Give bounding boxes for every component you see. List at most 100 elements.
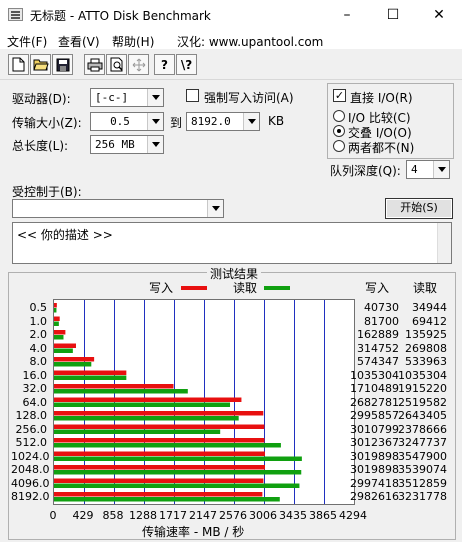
read-bar: [54, 483, 300, 488]
kb-label: KB: [268, 114, 285, 128]
read-bar: [54, 456, 302, 461]
write-bar: [54, 438, 265, 443]
write-column-header: 写入: [365, 281, 390, 295]
transfer-to-select[interactable]: 8192.0: [186, 112, 260, 131]
queue-depth-select[interactable]: 4: [406, 160, 450, 179]
write-bar: [54, 357, 95, 362]
description-box[interactable]: << 你的描述 >>: [12, 222, 452, 264]
write-bar: [54, 424, 265, 429]
write-value: 2997418: [350, 476, 399, 490]
read-value: 3247737: [398, 436, 447, 449]
print-preview-icon: [110, 57, 123, 72]
window-title: 无标题 - ATTO Disk Benchmark: [30, 9, 211, 23]
io-compare-radio[interactable]: [333, 110, 345, 122]
drive-select[interactable]: [-c-]: [90, 88, 164, 107]
controlled-by-select[interactable]: [12, 199, 224, 218]
print-button[interactable]: [84, 54, 105, 75]
force-write-label: 强制写入访问(A): [204, 91, 294, 105]
transfer-from-select[interactable]: 0.5: [90, 112, 164, 131]
read-value: 135925: [405, 328, 447, 341]
write-value: 1035304: [350, 368, 399, 382]
write-bar: [54, 451, 265, 456]
context-help-button[interactable]: \?: [176, 54, 197, 75]
y-tick-label: 1.0: [29, 314, 48, 328]
write-bar: [54, 411, 264, 416]
context-help-icon: \?: [180, 57, 193, 72]
read-value: 533963: [405, 355, 447, 368]
app-icon: [8, 8, 23, 21]
write-bar: [54, 343, 76, 348]
move-button[interactable]: [128, 54, 149, 75]
write-value: 162889: [357, 328, 399, 341]
y-tick-label: 4096.0: [11, 476, 50, 490]
read-bar: [54, 375, 127, 380]
neither-radio[interactable]: [333, 140, 345, 152]
y-tick-label: 32.0: [22, 382, 48, 395]
drive-value: [-c-]: [95, 91, 129, 104]
read-value: 2378666: [398, 422, 447, 436]
chevron-down-icon: [147, 113, 163, 130]
y-tick-label: 2.0: [29, 328, 48, 341]
write-value: 574347: [357, 355, 399, 368]
total-length-select[interactable]: 256 MB: [90, 135, 164, 154]
read-column-header: 读取: [413, 281, 438, 295]
read-value: 3547900: [398, 449, 447, 463]
y-tick-label: 2048.0: [11, 463, 50, 476]
y-tick-label: 64.0: [22, 395, 48, 409]
y-tick-label: 0.5: [29, 301, 48, 314]
read-bar: [54, 416, 239, 421]
write-bar: [54, 370, 127, 375]
write-bar: [54, 384, 174, 389]
y-tick-label: 8.0: [29, 355, 48, 368]
read-value: 269808: [405, 341, 447, 355]
print-icon: [87, 58, 102, 71]
help-button[interactable]: ?: [154, 54, 175, 75]
chevron-down-icon: [147, 89, 163, 106]
read-bar: [54, 497, 280, 502]
write-bar: [54, 478, 264, 483]
transfer-size-label: 传输大小(Z):: [12, 116, 82, 130]
help-icon: ?: [161, 57, 168, 72]
print-preview-button[interactable]: [106, 54, 127, 75]
controlled-by-label: 受控制于(B):: [12, 185, 82, 199]
write-value: 3019898: [350, 449, 399, 463]
read-value: 1035304: [398, 368, 447, 382]
write-value: 3019898: [350, 463, 399, 476]
write-bar: [54, 397, 242, 402]
read-bar: [54, 470, 302, 475]
maximize-button[interactable]: ☐: [370, 0, 416, 30]
menu-file[interactable]: 文件(F): [7, 33, 47, 50]
force-write-checkbox[interactable]: [186, 89, 199, 102]
read-value: 69412: [412, 314, 447, 328]
chevron-down-icon: [433, 161, 449, 178]
minimize-button[interactable]: –: [324, 0, 370, 30]
description-scrollbar[interactable]: [437, 223, 451, 263]
open-button[interactable]: [30, 54, 51, 75]
read-value: 3539074: [398, 463, 447, 476]
direct-io-checkbox[interactable]: ✓: [333, 89, 346, 102]
write-bar: [54, 492, 263, 497]
menu-localized[interactable]: 汉化: www.upantool.com: [177, 33, 323, 50]
close-button[interactable]: ✕: [416, 0, 462, 30]
menu-view[interactable]: 查看(V): [58, 33, 100, 50]
bar-chart: [54, 300, 325, 504]
menu-bar: 文件(F) 查看(V) 帮助(H) 汉化: www.upantool.com: [0, 30, 462, 50]
read-bar: [54, 443, 281, 448]
move-icon: [132, 58, 145, 71]
transfer-from-value: 0.5: [110, 115, 130, 128]
write-bar: [54, 465, 265, 470]
close-icon: ✕: [433, 7, 445, 23]
read-bar: [54, 389, 188, 394]
save-button[interactable]: [52, 54, 73, 75]
queue-depth-value: 4: [411, 163, 418, 176]
read-value: 2643405: [398, 409, 447, 422]
y-tick-label: 512.0: [15, 436, 48, 449]
write-bar: [54, 330, 66, 335]
total-length-label: 总长度(L):: [12, 139, 69, 153]
menu-help[interactable]: 帮助(H): [112, 33, 154, 50]
new-file-button[interactable]: [8, 54, 29, 75]
io-overlap-radio[interactable]: [333, 125, 345, 137]
start-button[interactable]: 开始(S): [385, 198, 453, 219]
start-button-label: 开始(S): [400, 201, 438, 214]
x-axis-label: 传输速率 - MB / 秒: [142, 525, 245, 539]
